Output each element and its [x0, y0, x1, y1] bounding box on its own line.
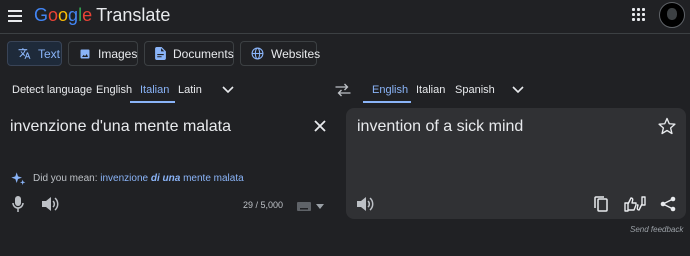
mode-label: Websites	[271, 46, 321, 61]
did-you-mean: Did you mean: invenzione di una mente ma…	[33, 173, 244, 184]
clear-source-close-icon[interactable]	[312, 118, 328, 134]
sparkle-icon	[11, 172, 26, 185]
suggestion-before: invenzione	[100, 173, 151, 184]
mode-label: Text	[38, 46, 61, 61]
translate-icon	[18, 48, 31, 59]
source-lang-italian[interactable]: Italian	[140, 80, 169, 102]
save-translation-star-icon[interactable]	[658, 117, 676, 135]
target-lang-italian[interactable]: Italian	[416, 80, 445, 102]
source-lang-more-chevron-down-icon[interactable]	[222, 86, 234, 94]
logo-product-name: Translate	[96, 5, 171, 25]
mode-label: Images	[98, 46, 138, 61]
rate-translation-thumbs-icon[interactable]	[624, 195, 646, 213]
mode-websites-button[interactable]: Websites	[240, 41, 321, 66]
source-lang-latin[interactable]: Latin	[178, 80, 202, 102]
logo-letter: G	[34, 5, 49, 25]
share-translation-icon[interactable]	[660, 196, 676, 212]
listen-translation-speaker-icon[interactable]	[357, 196, 375, 212]
suggestion-after: mente malata	[180, 173, 244, 184]
logo-letter: o	[58, 5, 69, 25]
mode-label: Documents	[173, 46, 234, 61]
mode-documents-button[interactable]: Documents	[144, 41, 234, 66]
source-text-input[interactable]: invenzione d'una mente malata	[10, 118, 231, 136]
microphone-icon[interactable]	[12, 196, 24, 212]
suggestion-link[interactable]: invenzione di una mente malata	[100, 173, 243, 184]
source-lang-active-underline	[130, 101, 175, 103]
logo-letter: o	[48, 5, 59, 25]
hamburger-menu-icon[interactable]	[8, 6, 24, 26]
google-apps-icon[interactable]	[632, 8, 646, 22]
source-lang-detect[interactable]: Detect language	[12, 80, 92, 102]
keyboard-icon[interactable]	[297, 202, 311, 211]
translation-output: invention of a sick mind	[357, 118, 524, 135]
mode-text-button[interactable]: Text	[7, 41, 62, 66]
logo-letter: e	[82, 5, 93, 25]
suggestion-correction: di una	[150, 173, 181, 184]
did-you-mean-label: Did you mean:	[33, 173, 98, 184]
account-avatar[interactable]	[659, 2, 685, 28]
character-count: 29 / 5,000	[243, 200, 284, 210]
target-lang-more-chevron-down-icon[interactable]	[512, 86, 524, 94]
google-translate-logo[interactable]: Google Translate	[34, 4, 170, 26]
swap-languages-icon[interactable]	[334, 82, 352, 98]
source-lang-english[interactable]: English	[96, 80, 132, 102]
mode-images-button[interactable]: Images	[68, 41, 138, 66]
document-icon	[155, 47, 166, 60]
input-tools-chevron-down-icon[interactable]	[316, 204, 324, 209]
header-divider	[0, 33, 690, 34]
listen-source-speaker-icon[interactable]	[42, 196, 60, 212]
target-lang-spanish[interactable]: Spanish	[455, 80, 495, 102]
image-icon	[80, 49, 90, 58]
send-feedback-link[interactable]: Send feedback	[630, 225, 683, 234]
globe-icon	[251, 47, 264, 60]
target-lang-english[interactable]: English	[372, 80, 408, 102]
target-lang-active-underline	[363, 101, 411, 103]
copy-translation-icon[interactable]	[594, 196, 608, 212]
logo-letter: g	[68, 5, 79, 25]
